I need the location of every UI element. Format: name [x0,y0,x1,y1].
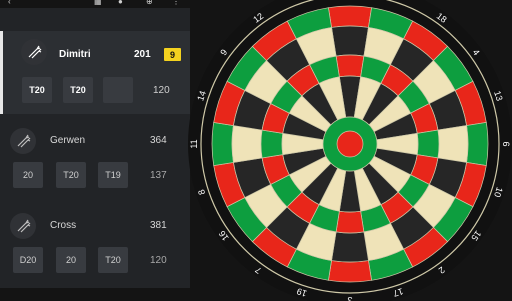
treble-segment [335,54,365,78]
throw-slot[interactable]: D20 [13,247,43,273]
throw-slot[interactable]: 20 [56,247,86,273]
darts-left-badge: 9 [164,48,181,61]
player-name: Cross [50,220,77,231]
more-icon[interactable]: ⋮ [172,0,180,6]
throw-slot[interactable]: T20 [56,162,86,188]
player-score: 201 [134,49,151,60]
outer-single-segment [331,231,369,263]
throw-slot[interactable] [103,77,133,103]
player-avatar [21,39,47,65]
treble-segment [416,129,440,159]
throw-slot[interactable]: 20 [13,162,43,188]
darts-icon [17,134,31,148]
treble-segment [260,129,284,159]
outer-single-segment [331,25,369,57]
throw-slot[interactable]: T20 [63,77,93,103]
treble-segment [335,210,365,234]
darts-icon [17,219,31,233]
bullseye [336,130,364,158]
outer-single-segment [437,125,469,163]
player-name: Gerwen [50,135,86,146]
player-card[interactable]: Gerwen 364 20 T20 T19 137 [0,120,190,196]
double-segment [211,122,234,166]
throw-slot[interactable]: T20 [22,77,52,103]
round-total: 137 [150,170,167,181]
location-icon[interactable]: ⊕ [146,0,153,6]
round-total: 120 [150,255,167,266]
player-score: 381 [150,220,167,231]
double-segment [328,5,372,28]
player-score: 364 [150,135,167,146]
throw-slot[interactable]: T19 [98,162,128,188]
double-segment [328,260,372,283]
board-number: 6 [501,141,511,146]
calendar-icon[interactable]: ▦ [94,0,102,6]
board-number: 3 [347,295,352,301]
darts-icon [28,45,42,59]
back-icon[interactable]: ‹ [8,0,11,6]
board-number: 11 [189,139,199,148]
player-avatar [10,213,36,239]
player-name: Dimitri [59,49,91,60]
top-toolbar: ‹ ▦ ● ⊕ ⋮ [0,0,190,8]
player-card[interactable]: Cross 381 D20 20 T20 120 [0,205,190,281]
round-total: 120 [153,85,170,96]
double-segment [466,122,489,166]
outer-single-segment [231,125,263,163]
throw-slot[interactable]: T20 [98,247,128,273]
dartboard[interactable]: 2011841361015217319716811149125 [188,0,512,301]
player-list: Dimitri 201 9 T20 T20 120 Gerwen 364 20 … [0,8,190,288]
user-icon[interactable]: ● [118,0,123,6]
player-avatar [10,128,36,154]
player-card-active[interactable]: Dimitri 201 9 T20 T20 120 [0,31,190,114]
